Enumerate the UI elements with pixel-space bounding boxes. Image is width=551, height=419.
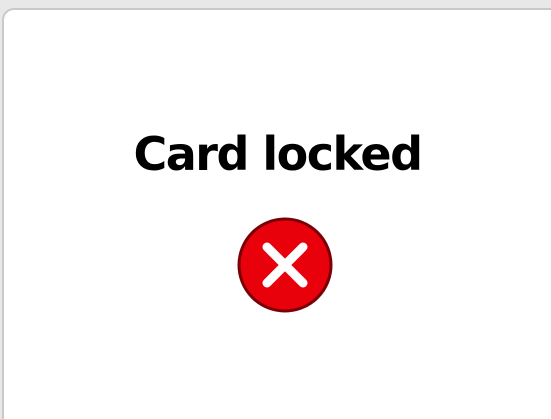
status-title: Card locked [133, 127, 423, 181]
card-locked-dialog: Card locked [2, 8, 551, 419]
error-x-icon [236, 216, 334, 314]
